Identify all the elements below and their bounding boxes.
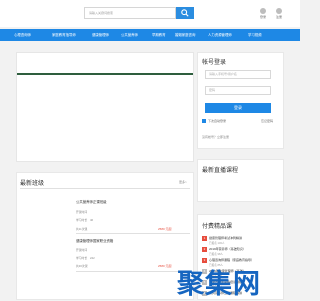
nav-item-health[interactable]: 健康管理师 xyxy=(92,29,109,41)
classes-divider xyxy=(20,188,190,189)
register-icon xyxy=(276,8,282,14)
nav-item-family-edu[interactable]: 家庭教育指导师 xyxy=(52,29,76,41)
nav-item-nutrition[interactable]: 公共营养师 xyxy=(121,29,138,41)
nav-item-hr[interactable]: 人力资源管理师 xyxy=(208,29,232,41)
nav-item-early-edu[interactable]: 早期教育 xyxy=(152,29,166,41)
register-hint[interactable]: 没有帐号？立即注册 xyxy=(202,135,229,139)
nav-item-video[interactable]: 学习视频 xyxy=(248,29,262,41)
class-item-title: 健康管理师国家职业资格 xyxy=(76,239,114,243)
live-title: 最新直播课程 xyxy=(202,168,239,174)
class-item-meta: 学习时长 xyxy=(76,256,88,260)
forgot-password-link[interactable]: 忘记密码 xyxy=(261,119,273,123)
nav-item-psychology[interactable]: 心理咨询师 xyxy=(14,29,31,41)
login-title: 帐号登录 xyxy=(202,60,227,66)
search-button[interactable] xyxy=(176,7,194,19)
main-nav: 心理咨询师 家庭教育指导师 健康管理师 公共营养师 早期教育 婚姻家庭咨询 人力… xyxy=(0,29,300,41)
rank-badge: 2 xyxy=(202,247,207,252)
class-item-meta: 学习时长 xyxy=(76,218,88,222)
classes-panel xyxy=(16,172,194,300)
class-item-meta: 开课时间 xyxy=(76,210,88,214)
nav-item-marriage[interactable]: 婚姻家庭咨询 xyxy=(175,29,195,41)
class-item-meta: 共11次课 xyxy=(76,227,88,231)
password-field[interactable]: 密码 xyxy=(205,86,271,95)
class-item-meta: 开课时间 xyxy=(76,248,88,252)
rank-title: 健康管理师考试冲刺精讲 xyxy=(209,236,243,240)
user-icon xyxy=(260,8,266,14)
top-header: 请输入关键词搜索 登录 注册 xyxy=(0,0,300,27)
watermark-logo: 聚集网 xyxy=(177,269,261,300)
login-link-label: 登录 xyxy=(259,15,266,19)
rank-badge: 1 xyxy=(202,236,207,241)
class-divider xyxy=(76,233,190,234)
class-item-meta: 46 xyxy=(90,218,94,222)
class-item-price: 2580 元起 xyxy=(158,264,172,268)
class-item-meta: 242 xyxy=(90,256,95,260)
remember-checkbox[interactable]: 下次自动登录 xyxy=(202,119,226,123)
register-link[interactable]: 注册 xyxy=(272,8,286,19)
login-link[interactable]: 登录 xyxy=(256,8,270,19)
class-divider xyxy=(76,271,190,272)
classes-more-link[interactable]: 更多> xyxy=(179,180,187,184)
class-item-price: 2580 元起 xyxy=(158,227,172,231)
class-item-title: 公共营养师正课班级 xyxy=(76,200,107,204)
search-icon xyxy=(181,9,189,17)
classes-title: 最新班级 xyxy=(20,181,45,187)
username-field[interactable]: 请输入手机号/用户名 xyxy=(205,70,271,79)
ranking-title: 付费精品课 xyxy=(202,224,233,230)
checkbox-icon xyxy=(202,119,206,123)
class-item-meta: 共30次课 xyxy=(76,264,88,268)
banner-stripe xyxy=(17,73,193,75)
register-link-label: 注册 xyxy=(275,15,282,19)
login-button[interactable]: 登录 xyxy=(205,103,271,113)
rank-title: 2019年营养师（基础知识） xyxy=(209,247,246,251)
remember-label: 下次自动登录 xyxy=(208,119,227,123)
rank-sub: 已报名 103人 xyxy=(209,242,225,245)
banner-slider[interactable] xyxy=(16,52,194,162)
search-input[interactable]: 请输入关键词搜索 xyxy=(84,7,176,19)
rank-sub: 已报名 98人 xyxy=(209,253,223,256)
